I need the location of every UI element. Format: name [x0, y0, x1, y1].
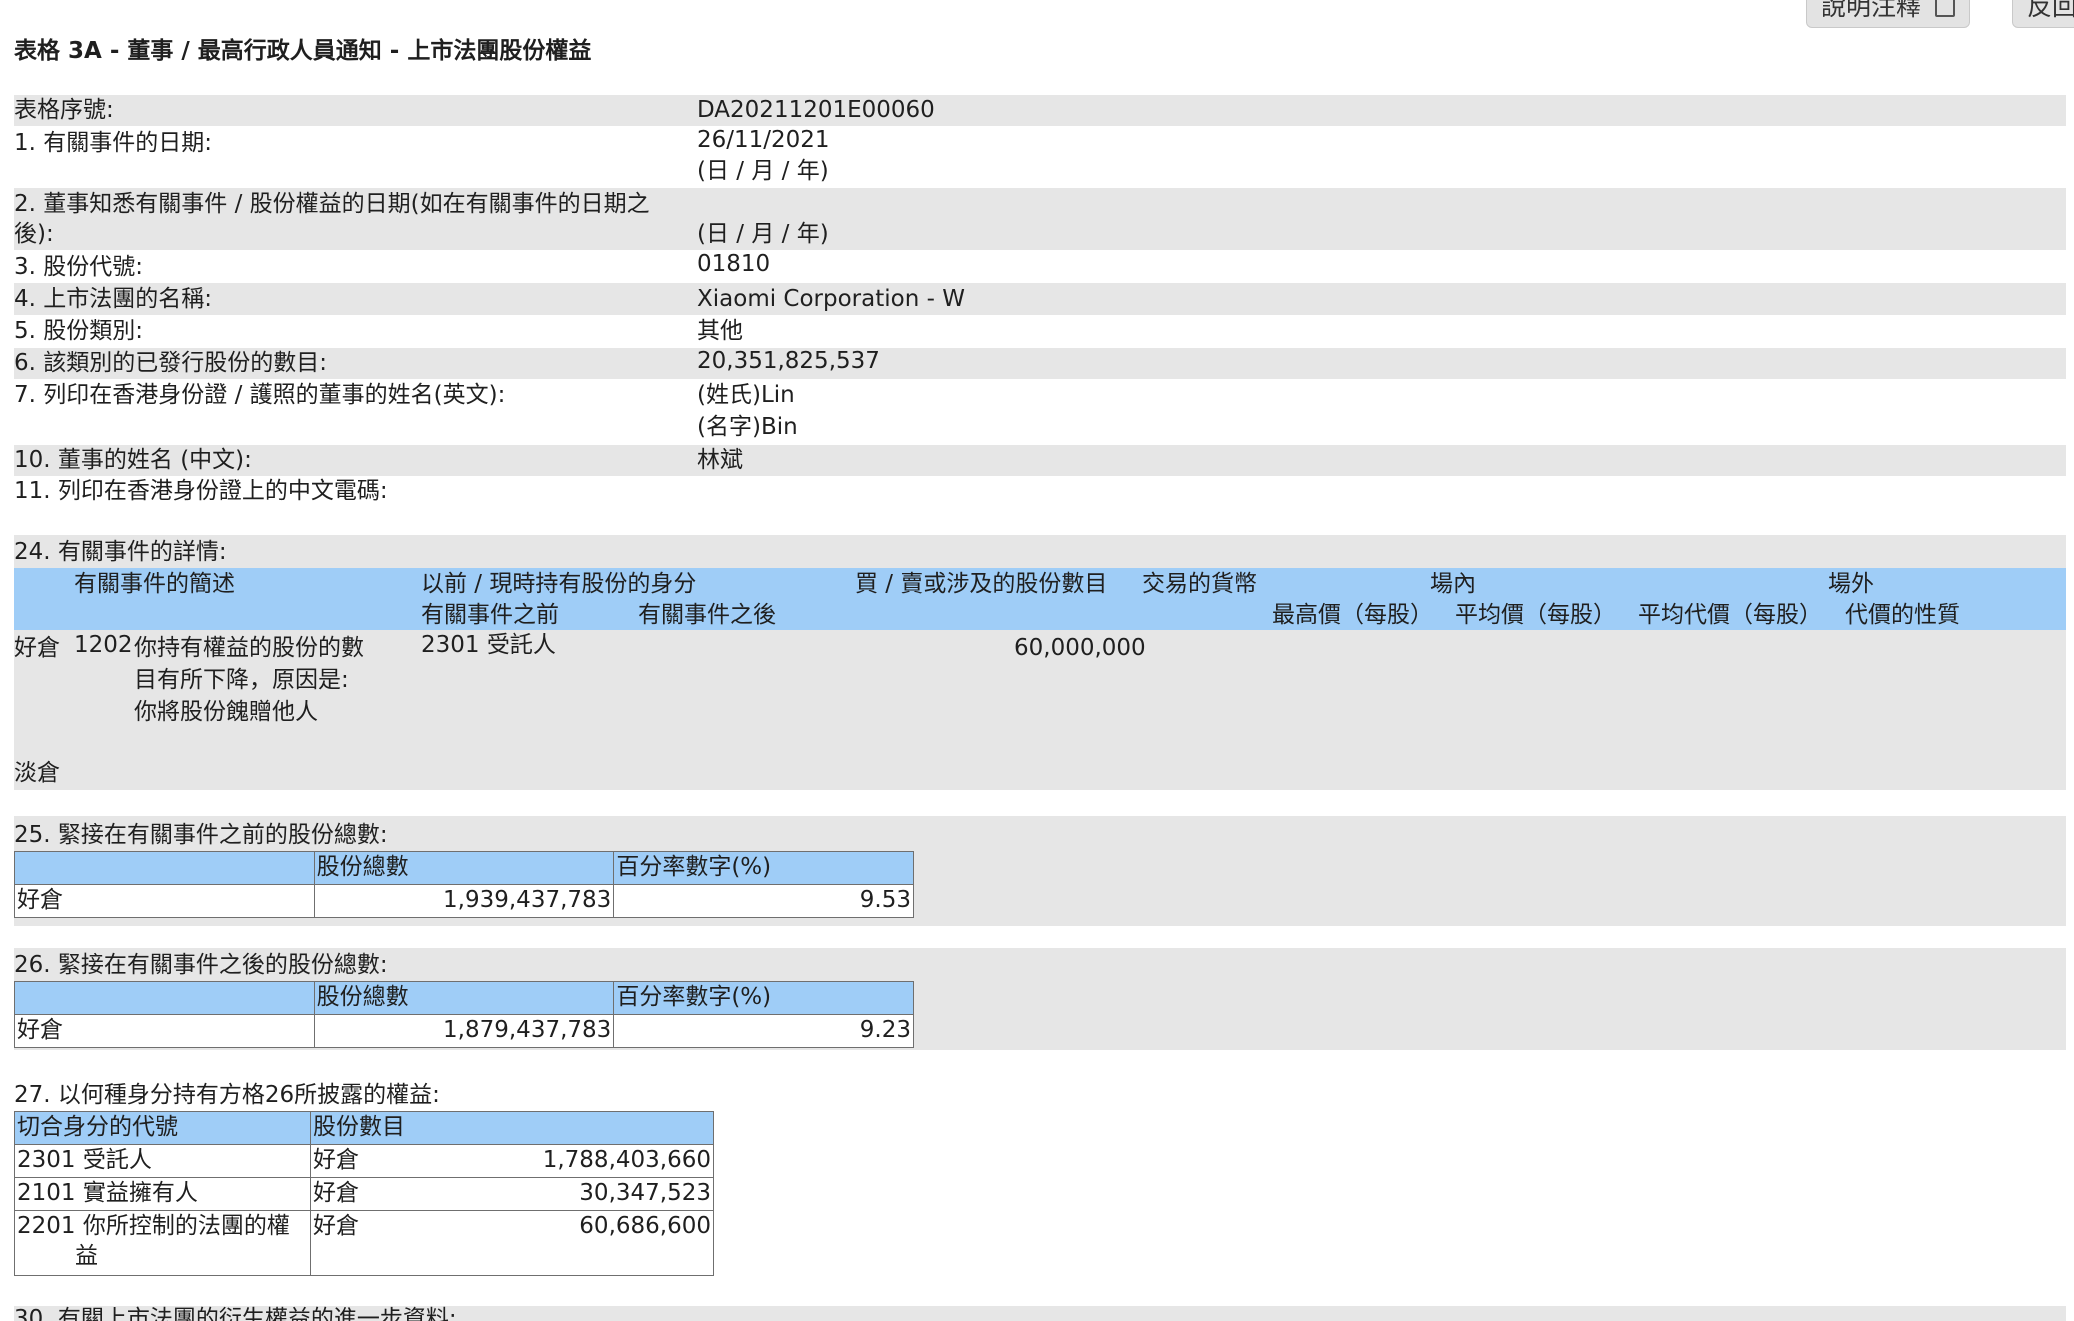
header-on-exchange: 場內 [1430, 571, 1476, 597]
back-button-label: 反回 [2027, 0, 2074, 21]
capacity-name: 受託人 [82, 1147, 152, 1173]
f5-label: 5. 股份類別: [14, 318, 144, 344]
event-row-desc-2: 目有所下降，原因是: [134, 667, 349, 693]
f2-hint: (日 / 月 / 年) [697, 221, 829, 247]
header-highest-price: 最高價（每股） [1272, 602, 1433, 628]
f2-label-line1: 2. 董事知悉有關事件 / 股份權益的日期(如在有關事件的日期之 [14, 191, 650, 217]
capacity-code: 2101 [17, 1180, 76, 1206]
header-nature-consideration: 代價的性質 [1845, 602, 1960, 628]
serial-label: 表格序號: [14, 97, 114, 123]
band-section-30: 30. 有關上市法團的衍生權益的進一步資料: [14, 1306, 2066, 1321]
band-f4 [14, 283, 2066, 315]
total-after-table: 股份總數 百分率數字(%) 好倉 1,879,437,783 9.23 [14, 981, 914, 1048]
header-capacity: 以前 / 現時持有股份的身分 [421, 571, 697, 597]
col-total-shares: 股份總數 [313, 851, 615, 885]
capacity-code: 2301 [17, 1147, 76, 1173]
row-label: 好倉 [14, 1014, 315, 1048]
event-row-cap-before: 2301 受託人 [421, 632, 556, 658]
section-30-label: 30. 有關上市法團的衍生權益的進一步資料: [14, 1306, 457, 1321]
percentage-value: 9.23 [613, 1014, 914, 1048]
band-serial [14, 95, 2066, 126]
total-before-table: 股份總數 百分率數字(%) 好倉 1,939,437,783 9.53 [14, 851, 914, 918]
f7-surname: (姓氏)Lin [697, 382, 795, 408]
f10-value: 林斌 [697, 447, 743, 473]
short-position-label: 淡倉 [14, 760, 60, 786]
row-label: 好倉 [14, 884, 315, 918]
capacity-name: 你所控制的法團的權 [82, 1213, 290, 1239]
event-row-code: 1202 [74, 632, 133, 658]
form-title: 表格 3A - 董事 / 最高行政人員通知 - 上市法團股份權益 [14, 38, 592, 64]
f1-label: 1. 有關事件的日期: [14, 130, 213, 156]
event-row-desc-3: 你將股份餽贈他人 [134, 699, 318, 725]
total-shares-value: 1,939,437,783 [313, 884, 615, 918]
share-count-cell: 1,788,403,660 [405, 1144, 714, 1178]
f5-value: 其他 [697, 318, 743, 344]
serial-value: DA20211201E00060 [697, 97, 935, 123]
capacity-cell: 2101 實益擁有人 [14, 1177, 311, 1211]
table-row: 好倉 1,879,437,783 9.23 [14, 1014, 914, 1048]
col-capacity-code: 切合身分的代號 [14, 1111, 311, 1145]
capacity-code: 2201 [17, 1213, 76, 1239]
f6-value: 20,351,825,537 [697, 348, 880, 374]
capacity-cell: 2301 受託人 [14, 1144, 311, 1178]
f10-label: 10. 董事的姓名 (中文): [14, 447, 252, 473]
table-row: 2201 你所控制的法團的權益 好倉 60,686,600 [14, 1210, 714, 1276]
capacity-table: 切合身分的代號 股份數目 2301 受託人 好倉 1,788,403,660 2… [14, 1111, 714, 1276]
percentage-value: 9.53 [613, 884, 914, 918]
notes-button-label: 說明注釋 [1821, 0, 1922, 21]
header-currency: 交易的貨幣 [1142, 571, 1257, 597]
f7-label: 7. 列印在香港身份證 / 護照的董事的姓名(英文): [14, 382, 506, 408]
f4-value: Xiaomi Corporation - W [697, 286, 965, 312]
header-off-exchange: 場外 [1828, 571, 1874, 597]
total-shares-value: 1,879,437,783 [313, 1014, 615, 1048]
f7-given-name: (名字)Bin [697, 414, 798, 440]
document-icon [1935, 0, 1956, 17]
col-share-count: 股份數目 [310, 1111, 714, 1145]
header-description: 有關事件的簡述 [74, 571, 235, 597]
header-avg-consideration: 平均代價（每股） [1638, 602, 1822, 628]
section-24-label: 24. 有關事件的詳情: [14, 539, 227, 565]
capacity-cell: 2201 你所控制的法團的權益 [14, 1210, 311, 1276]
f1-value: 26/11/2021 [697, 127, 830, 153]
header-average-price: 平均價（每股） [1455, 602, 1616, 628]
share-count-cell: 30,347,523 [405, 1177, 714, 1211]
table-row: 2301 受託人 好倉 1,788,403,660 [14, 1144, 714, 1178]
f2-label-line2: 後): [14, 221, 54, 247]
capacity-name: 實益擁有人 [82, 1180, 198, 1206]
header-cap-before: 有關事件之前 [421, 602, 559, 628]
band-f10 [14, 445, 2066, 476]
position-cell: 好倉 [310, 1177, 405, 1211]
position-cell: 好倉 [310, 1210, 405, 1276]
section-25-label: 25. 緊接在有關事件之前的股份總數: [14, 822, 388, 848]
capacity-name-line2: 益 [75, 1243, 98, 1269]
event-row-shares: 60,000,000 [1014, 635, 1146, 661]
share-count-cell: 60,686,600 [405, 1210, 714, 1276]
f3-value: 01810 [697, 251, 771, 277]
notes-button[interactable]: 說明注釋 [1806, 0, 1971, 28]
f1-hint: (日 / 月 / 年) [697, 158, 829, 184]
header-shares: 買 / 賣或涉及的股份數目 [855, 571, 1108, 597]
event-row-position: 好倉 [14, 635, 60, 661]
col-total-shares: 股份總數 [313, 981, 615, 1015]
section-27-label: 27. 以何種身分持有方格26所披露的權益: [14, 1082, 440, 1108]
header-cap-after: 有關事件之後 [638, 602, 776, 628]
event-row-desc-1: 你持有權益的股份的數 [134, 635, 364, 661]
f11-label: 11. 列印在香港身份證上的中文電碼: [14, 478, 388, 504]
f4-label: 4. 上市法團的名稱: [14, 286, 213, 312]
section-26-label: 26. 緊接在有關事件之後的股份總數: [14, 952, 388, 978]
f6-label: 6. 該類別的已發行股份的數目: [14, 350, 328, 376]
f3-label: 3. 股份代號: [14, 254, 144, 280]
table-row: 2101 實益擁有人 好倉 30,347,523 [14, 1177, 714, 1211]
col-percentage: 百分率數字(%) [613, 851, 914, 885]
col-percentage: 百分率數字(%) [613, 981, 914, 1015]
table-row: 好倉 1,939,437,783 9.53 [14, 884, 914, 918]
position-cell: 好倉 [310, 1144, 405, 1178]
back-button[interactable]: 反回 [2012, 0, 2074, 28]
